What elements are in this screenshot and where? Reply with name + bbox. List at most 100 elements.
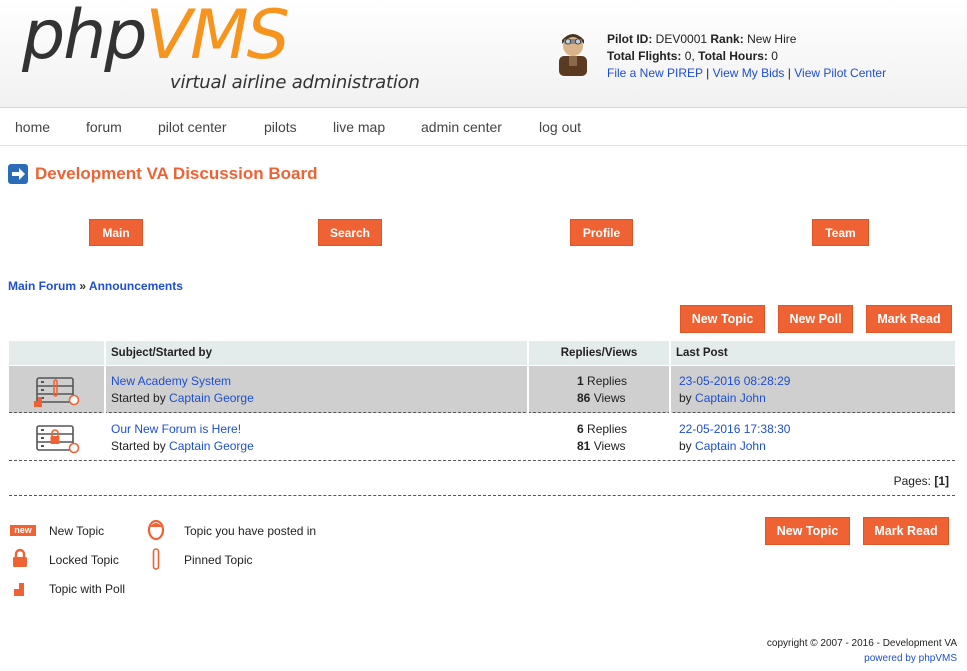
pages-label: Pages: <box>893 474 931 488</box>
legend-new-topic: New Topic <box>49 524 105 538</box>
last-poster-link[interactable]: Captain John <box>695 391 766 405</box>
table-row: Our New Forum is Here! Started by Captai… <box>9 414 955 461</box>
hours-label: Total Hours: <box>698 49 768 63</box>
pages-indicator: Pages: [1] <box>894 474 949 488</box>
topic-icon-cell <box>9 366 104 413</box>
last-post-by: by Captain John <box>679 391 766 405</box>
new-topic-button-bottom[interactable]: New Topic <box>765 517 850 545</box>
posted-in-icon <box>147 519 165 541</box>
main-nav: home forum pilot center pilots live map … <box>0 108 967 146</box>
legend-locked: Locked Topic <box>49 553 119 567</box>
header-icon-col <box>9 341 104 365</box>
nav-pilot-center[interactable]: pilot center <box>158 119 226 135</box>
last-post-date-link[interactable]: 23-05-2016 08:28:29 <box>679 374 790 388</box>
nav-live-map[interactable]: live map <box>333 119 385 135</box>
site-header: phpVMS virtual airline administration Pi… <box>0 0 967 108</box>
last-post-cell: 23-05-2016 08:28:29 by Captain John <box>671 366 955 413</box>
hours-value: 0 <box>771 49 778 63</box>
started-by-label: Started by <box>111 439 166 453</box>
last-post-cell: 22-05-2016 17:38:30 by Captain John <box>671 414 955 461</box>
tab-search[interactable]: Search <box>318 219 382 246</box>
board-title-text: Development VA Discussion Board <box>35 164 318 183</box>
new-topic-button[interactable]: New Topic <box>680 305 765 333</box>
flights-label: Total Flights: <box>607 49 682 63</box>
rank-label: Rank: <box>710 32 744 46</box>
nav-pilots[interactable]: pilots <box>264 119 297 135</box>
nav-admin-center[interactable]: admin center <box>421 119 502 135</box>
mark-read-button[interactable]: Mark Read <box>866 305 952 333</box>
logo-subtitle: virtual airline administration <box>170 72 420 93</box>
replies-count: 6 Replies <box>577 422 627 436</box>
breadcrumb: Main Forum » Announcements <box>8 279 183 293</box>
breadcrumb-separator: » <box>79 279 87 293</box>
pilot-id-label: Pilot ID: <box>607 32 653 46</box>
author-link[interactable]: Captain George <box>169 391 254 405</box>
nav-log-out[interactable]: log out <box>539 119 581 135</box>
arrow-right-icon <box>8 164 28 184</box>
footer: copyright © 2007 - 2016 - Development VA… <box>767 636 957 666</box>
page-current[interactable]: [1] <box>934 474 949 488</box>
new-poll-button[interactable]: New Poll <box>778 305 853 333</box>
replies-value: 1 <box>577 374 584 388</box>
site-logo[interactable]: phpVMS <box>22 2 290 70</box>
link-separator: | <box>787 66 791 80</box>
pilot-avatar <box>559 34 587 76</box>
pin-icon <box>152 548 160 570</box>
legend-pinned: Pinned Topic <box>184 553 253 567</box>
started-by-label: Started by <box>111 391 166 405</box>
rank-value: New Hire <box>747 32 797 46</box>
replies-views-cell: 6 Replies 81 Views <box>529 414 669 461</box>
link-separator: | <box>706 66 710 80</box>
pilot-info: Pilot ID: DEV0001 Rank: New Hire Total F… <box>607 31 886 82</box>
replies-value: 6 <box>577 422 584 436</box>
comma: , <box>691 49 695 63</box>
breadcrumb-announcements[interactable]: Announcements <box>89 279 183 293</box>
subject-cell: New Academy System Started by Captain Ge… <box>106 366 527 413</box>
last-post-date-link[interactable]: 22-05-2016 17:38:30 <box>679 422 790 436</box>
nav-forum[interactable]: forum <box>86 119 122 135</box>
nav-home[interactable]: home <box>15 119 50 135</box>
tab-team[interactable]: Team <box>812 219 869 246</box>
started-by: Started by Captain George <box>111 439 254 453</box>
started-by: Started by Captain George <box>111 391 254 405</box>
author-link[interactable]: Captain George <box>169 439 254 453</box>
by-label: by <box>679 391 692 405</box>
replies-views-cell: 1 Replies 86 Views <box>529 366 669 413</box>
table-row: New Academy System Started by Captain Ge… <box>9 366 955 413</box>
tab-profile[interactable]: Profile <box>570 219 633 246</box>
views-value: 81 <box>577 439 591 453</box>
poll-icon <box>14 583 24 596</box>
header-last-post: Last Post <box>671 341 955 365</box>
last-post-by: by Captain John <box>679 439 766 453</box>
views-count: 81 Views <box>577 439 626 453</box>
locked-topic-icon <box>36 425 80 454</box>
legend-posted-in: Topic you have posted in <box>184 524 317 538</box>
file-pirep-link[interactable]: File a New PIREP <box>607 66 703 80</box>
header-replies-views: Replies/Views <box>529 341 669 365</box>
mark-read-button-bottom[interactable]: Mark Read <box>863 517 949 545</box>
views-label: Views <box>593 391 626 405</box>
breadcrumb-main-forum[interactable]: Main Forum <box>8 279 76 293</box>
tab-main[interactable]: Main <box>89 219 143 246</box>
pinned-topic-icon <box>34 377 80 407</box>
powered-by-link[interactable]: powered by phpVMS <box>767 651 957 666</box>
replies-label: Replies <box>587 422 628 436</box>
subject-cell: Our New Forum is Here! Started by Captai… <box>106 414 527 461</box>
pagination: Pages: [1] <box>9 466 955 496</box>
pilot-id-value: DEV0001 <box>655 32 708 46</box>
view-pilot-center-link[interactable]: View Pilot Center <box>794 66 886 80</box>
views-label: Views <box>593 439 626 453</box>
topic-title-link[interactable]: New Academy System <box>111 374 231 388</box>
new-badge-icon: new <box>10 525 36 536</box>
view-bids-link[interactable]: View My Bids <box>713 66 785 80</box>
lock-icon <box>13 548 27 567</box>
by-label: by <box>679 439 692 453</box>
logo-php: php <box>22 0 147 75</box>
views-count: 86 Views <box>577 391 626 405</box>
replies-count: 1 Replies <box>577 374 627 388</box>
last-poster-link[interactable]: Captain John <box>695 439 766 453</box>
topic-title-link[interactable]: Our New Forum is Here! <box>111 422 241 436</box>
legend-poll: Topic with Poll <box>49 582 126 596</box>
logo-vms: VMS <box>145 0 289 75</box>
topic-icon-cell <box>9 414 104 461</box>
